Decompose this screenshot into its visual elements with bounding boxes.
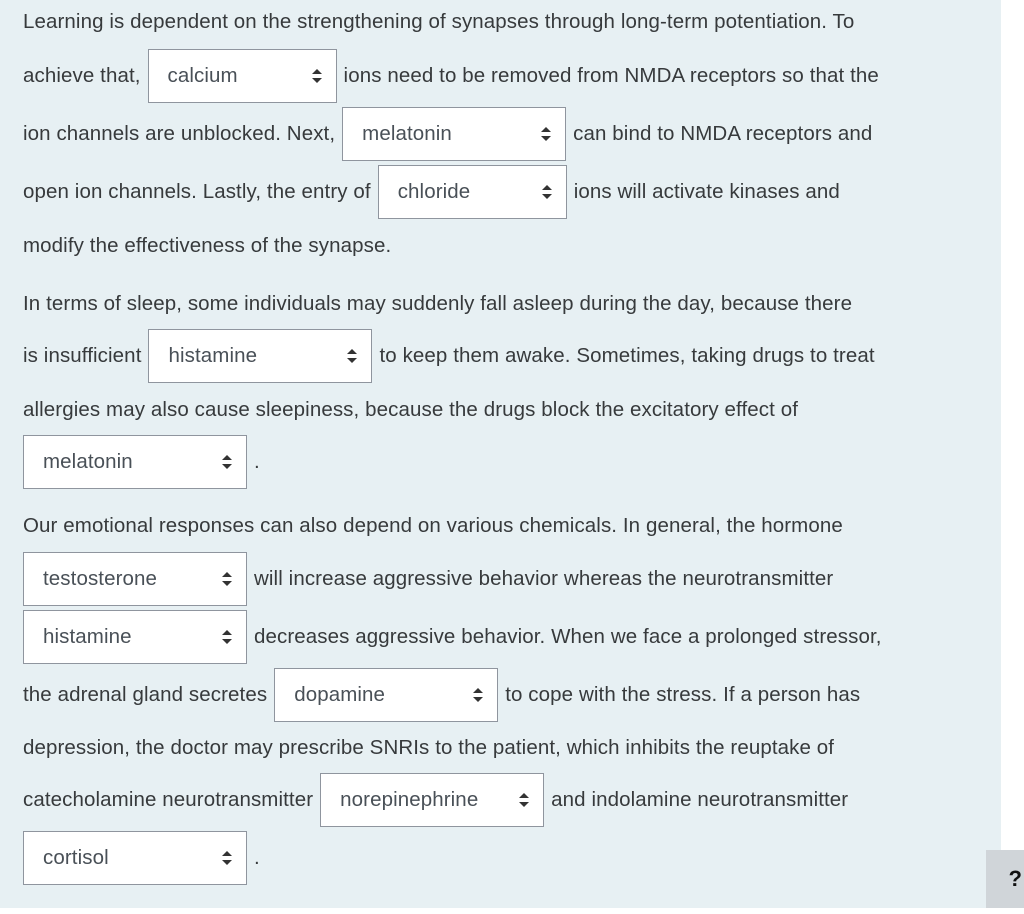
- question-mark-icon: ?: [1008, 866, 1022, 891]
- select-value: dopamine: [294, 683, 386, 706]
- text-segment: and indolamine neurotransmitter: [551, 788, 849, 811]
- text-segment: will increase aggressive behavior wherea…: [254, 567, 834, 590]
- select-value: calcium: [167, 64, 238, 87]
- text-line: open ion channels. Lastly, the entry of …: [23, 164, 840, 220]
- text-segment: ions need to be removed from NMDA recept…: [343, 64, 879, 87]
- text-segment: the adrenal gland secretes: [23, 683, 268, 706]
- updown-arrow-icon: [541, 185, 552, 199]
- text-line: histamine decreases aggressive behavior.…: [23, 609, 882, 665]
- text-segment: allergies may also cause sleepiness, bec…: [23, 398, 799, 421]
- select-value: melatonin: [362, 122, 452, 145]
- text-segment: modify the effectiveness of the synapse.: [23, 234, 392, 257]
- text-segment: In terms of sleep, some individuals may …: [23, 292, 853, 315]
- text-line: the adrenal gland secretes dopamine to c…: [23, 667, 860, 723]
- select-value: norepinephrine: [340, 788, 479, 811]
- text-line: allergies may also cause sleepiness, bec…: [23, 398, 798, 422]
- text-segment: ion channels are unblocked. Next,: [23, 122, 336, 145]
- text-line: ion channels are unblocked. Next, melato…: [23, 106, 872, 162]
- text-line: melatonin .: [23, 434, 260, 490]
- text-line: is insufficient histamine to keep them a…: [23, 328, 875, 384]
- text-segment: decreases aggressive behavior. When we f…: [254, 625, 882, 648]
- text-segment: Our emotional responses can also depend …: [23, 514, 843, 537]
- updown-arrow-icon: [473, 688, 484, 702]
- select-dopamine-dropdown[interactable]: dopamine: [274, 668, 499, 722]
- updown-arrow-icon: [222, 455, 232, 469]
- select-melatonin-dropdown[interactable]: melatonin: [342, 107, 567, 161]
- text-line: depression, the doctor may prescribe SNR…: [23, 736, 834, 760]
- text-line: Learning is dependent on the strengtheni…: [23, 10, 854, 34]
- text-segment: open ion channels. Lastly, the entry of: [23, 180, 371, 203]
- text-segment: depression, the doctor may prescribe SNR…: [23, 736, 835, 759]
- select-value: chloride: [397, 180, 471, 203]
- text-line: Our emotional responses can also depend …: [23, 514, 843, 538]
- text-line: catecholamine neurotransmitter norepinep…: [23, 772, 848, 828]
- updown-arrow-icon: [222, 572, 232, 586]
- select-melatonin-effect-dropdown[interactable]: melatonin: [23, 435, 247, 489]
- select-value: cortisol: [43, 846, 109, 869]
- text-segment: to keep them awake. Sometimes, taking dr…: [379, 344, 875, 367]
- text-line: modify the effectiveness of the synapse.: [23, 234, 391, 258]
- select-chloride-dropdown[interactable]: chloride: [377, 165, 567, 219]
- text-segment: .: [254, 450, 260, 473]
- updown-arrow-icon: [222, 630, 232, 644]
- text-segment: can bind to NMDA receptors and: [573, 122, 873, 145]
- select-value: testosterone: [43, 567, 158, 590]
- select-norepinephrine-dropdown[interactable]: norepinephrine: [320, 773, 545, 827]
- text-line: In terms of sleep, some individuals may …: [23, 292, 852, 316]
- select-value: histamine: [43, 625, 132, 648]
- text-segment: catecholamine neurotransmitter: [23, 788, 314, 811]
- text-segment: to cope with the stress. If a person has: [505, 683, 861, 706]
- select-calcium-dropdown[interactable]: calcium: [147, 49, 337, 103]
- select-cortisol-dropdown[interactable]: cortisol: [23, 831, 247, 885]
- select-testosterone-dropdown[interactable]: testosterone: [23, 552, 247, 606]
- help-button[interactable]: ?: [986, 850, 1024, 908]
- text-segment: .: [254, 846, 260, 869]
- select-value: melatonin: [43, 450, 133, 473]
- text-segment: Learning is dependent on the strengtheni…: [23, 10, 855, 33]
- text-line: cortisol .: [23, 830, 260, 886]
- updown-arrow-icon: [311, 69, 322, 83]
- text-segment: achieve that,: [23, 64, 141, 87]
- select-value: histamine: [168, 344, 258, 367]
- updown-arrow-icon: [347, 349, 358, 363]
- select-histamine-dropdown[interactable]: histamine: [148, 329, 373, 383]
- text-line: achieve that, calcium ions need to be re…: [23, 48, 879, 104]
- updown-arrow-icon: [222, 851, 232, 865]
- updown-arrow-icon: [541, 127, 552, 141]
- select-histamine-aggression-dropdown[interactable]: histamine: [23, 610, 247, 664]
- text-segment: ions will activate kinases and: [573, 180, 840, 203]
- text-segment: is insufficient: [23, 344, 142, 367]
- updown-arrow-icon: [519, 793, 530, 807]
- text-line: testosterone will increase aggressive be…: [23, 551, 833, 607]
